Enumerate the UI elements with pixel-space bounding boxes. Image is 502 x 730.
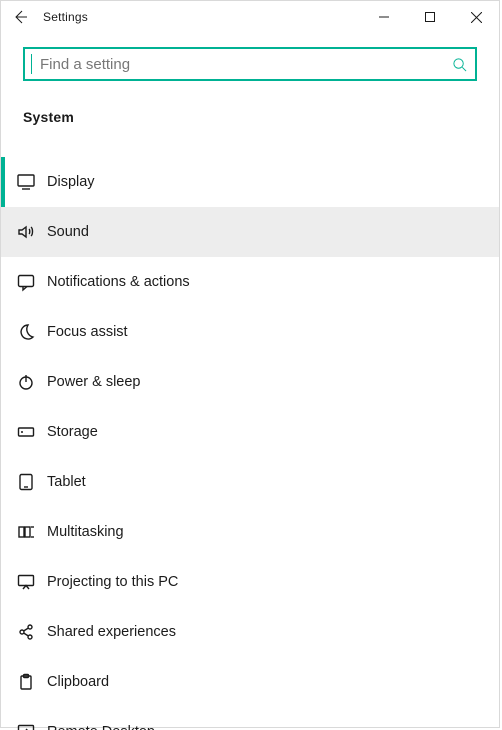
back-button[interactable] — [1, 1, 41, 33]
nav-item-notifications[interactable]: Notifications & actions — [1, 257, 499, 307]
nav-item-label: Remote Desktop — [47, 724, 155, 730]
nav-item-label: Display — [47, 174, 95, 190]
nav-item-power-sleep[interactable]: Power & sleep — [1, 357, 499, 407]
maximize-icon — [425, 12, 435, 22]
minimize-button[interactable] — [361, 1, 407, 33]
nav-item-clipboard[interactable]: Clipboard — [1, 657, 499, 707]
nav-item-remote[interactable]: Remote Desktop — [1, 707, 499, 730]
section-header: System — [1, 89, 499, 135]
nav-item-label: Storage — [47, 424, 98, 440]
nav-list: Display Sound Notifications & actions Focus… — [1, 157, 499, 730]
window-title: Settings — [41, 10, 88, 24]
minimize-icon — [379, 12, 389, 22]
search-input[interactable] — [32, 56, 443, 73]
section-title: System — [23, 109, 477, 125]
settings-window: Settings System Display Sound Notification… — [0, 0, 500, 728]
nav-item-label: Power & sleep — [47, 374, 141, 390]
nav-item-sound[interactable]: Sound — [1, 207, 499, 257]
close-icon — [471, 12, 482, 23]
nav-item-projecting[interactable]: Projecting to this PC — [1, 557, 499, 607]
nav-item-label: Notifications & actions — [47, 274, 190, 290]
timeline-icon — [5, 522, 47, 542]
close-button[interactable] — [453, 1, 499, 33]
nav-item-label: Clipboard — [47, 674, 109, 690]
nav-item-label: Multitasking — [47, 524, 124, 540]
monitor-icon — [5, 172, 47, 192]
nav-item-label: Shared experiences — [47, 624, 176, 640]
search-area — [1, 33, 499, 89]
clipboard-icon — [5, 672, 47, 692]
back-arrow-icon — [13, 9, 29, 25]
share-icon — [5, 622, 47, 642]
remote-desktop-icon — [5, 722, 47, 730]
nav-item-label: Projecting to this PC — [47, 574, 178, 590]
nav-item-label: Tablet — [47, 474, 86, 490]
search-box[interactable] — [23, 47, 477, 81]
power-icon — [5, 372, 47, 392]
nav-item-shared[interactable]: Shared experiences — [1, 607, 499, 657]
nav-item-tablet[interactable]: Tablet — [1, 457, 499, 507]
maximize-button[interactable] — [407, 1, 453, 33]
moon-icon — [5, 322, 47, 342]
drive-icon — [5, 422, 47, 442]
message-icon — [5, 272, 47, 292]
search-icon — [443, 57, 475, 72]
speaker-icon — [5, 222, 47, 242]
nav-item-focus-assist[interactable]: Focus assist — [1, 307, 499, 357]
project-icon — [5, 572, 47, 592]
nav-item-storage[interactable]: Storage — [1, 407, 499, 457]
tablet-icon — [5, 472, 47, 492]
nav-item-multitasking[interactable]: Multitasking — [1, 507, 499, 557]
nav-item-label: Sound — [47, 224, 89, 240]
titlebar: Settings — [1, 1, 499, 33]
nav-item-display[interactable]: Display — [1, 157, 499, 207]
nav-item-label: Focus assist — [47, 324, 128, 340]
